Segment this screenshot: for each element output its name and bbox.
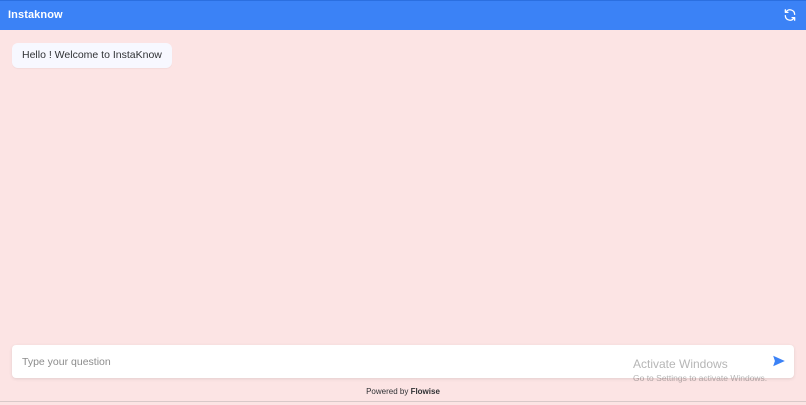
flowise-link[interactable]: Flowise <box>411 387 440 396</box>
bottom-divider <box>0 401 806 405</box>
question-input-bar <box>12 345 794 378</box>
powered-by-footer: Powered by Flowise <box>0 386 806 398</box>
refresh-button[interactable] <box>783 8 797 22</box>
send-button[interactable] <box>772 354 786 368</box>
powered-by-label: Powered by <box>366 387 411 396</box>
question-input[interactable] <box>22 351 602 372</box>
message-list[interactable]: Hello ! Welcome to InstaKnow <box>0 30 806 342</box>
send-icon <box>773 355 785 367</box>
chat-window: Instaknow Hello ! Welcome to InstaKnow A… <box>0 0 806 405</box>
chat-header: Instaknow <box>0 0 806 30</box>
refresh-icon <box>784 9 796 21</box>
chat-title: Instaknow <box>8 9 63 21</box>
bot-message: Hello ! Welcome to InstaKnow <box>12 43 172 68</box>
